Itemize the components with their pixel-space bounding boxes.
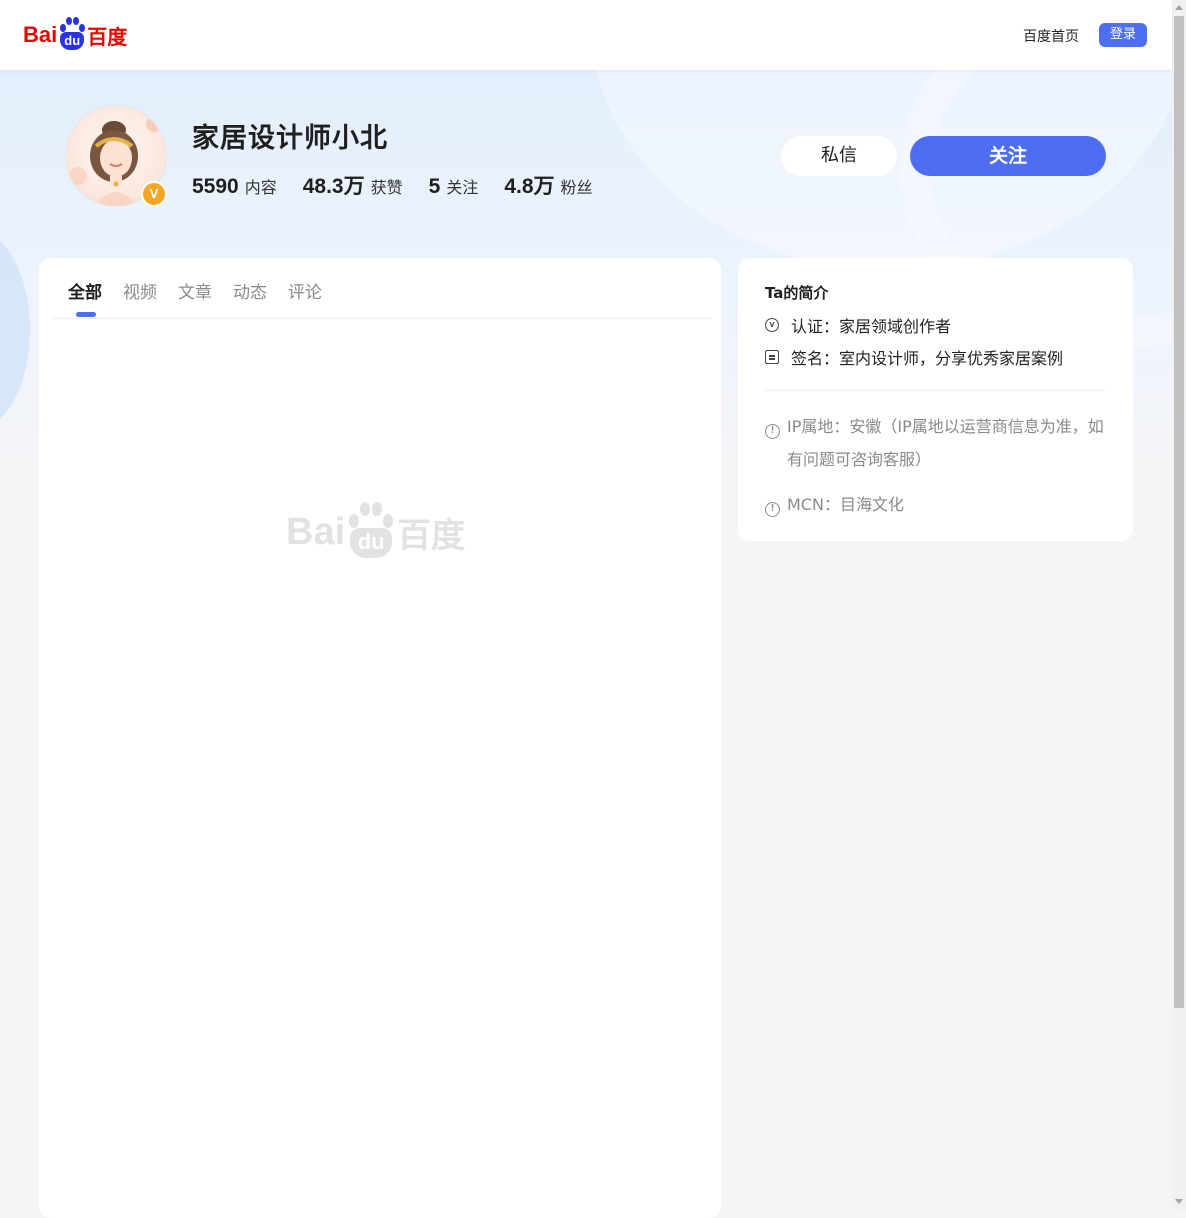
ip-location-text-line1: IP属地：安徽（IP属地以运营商信息为准，如	[787, 417, 1104, 436]
user-name: 家居设计师小北	[192, 123, 388, 154]
signature-text: 签名：室内设计师，分享优秀家居案例	[791, 349, 1064, 368]
info-icon: !	[765, 502, 780, 517]
certification-row: v 认证：家居领域创作者	[765, 313, 951, 337]
loading-placeholder-logo: Bai du 百度	[286, 502, 465, 562]
certification-text: 认证：家居领域创作者	[791, 317, 952, 336]
profile-stats: 5590 内容 48.3万 获赞 5 关注 4.8万 粉丝	[192, 170, 619, 200]
tab-comment[interactable]: 评论	[288, 278, 322, 303]
signature-row: 签名：室内设计师，分享优秀家居案例	[765, 345, 1063, 369]
stat-value: 48.3万	[302, 175, 365, 198]
scrollbar-thumb[interactable]	[1174, 16, 1184, 1008]
stat-fans[interactable]: 4.8万 粉丝	[504, 170, 592, 200]
mcn-row: ! MCN：目海文化	[765, 488, 904, 521]
baidu-logo[interactable]: Bai du 百度	[23, 17, 127, 53]
stat-value: 4.8万	[504, 175, 555, 198]
placeholder-text-cn: 百度	[397, 515, 466, 556]
tabs-divider	[52, 318, 712, 319]
logo-text-bai: Bai	[23, 22, 58, 47]
logo-text-du: du	[60, 32, 85, 50]
stat-label: 获赞	[370, 178, 403, 197]
tab-all[interactable]: 全部	[68, 278, 102, 303]
content-feed-card: 全部 视频 文章 动态 评论 Bai du 百度	[39, 258, 721, 1218]
intro-card: Ta的简介 v 认证：家居领域创作者 签名：室内设计师，分享优秀家居案例 ! IP…	[738, 258, 1133, 541]
ip-location-row: ! IP属地：安徽（IP属地以运营商信息为准，如 有问题可咨询客服）	[765, 410, 1110, 476]
document-icon	[765, 350, 779, 364]
tab-dynamic[interactable]: 动态	[233, 278, 267, 303]
intro-divider	[765, 390, 1106, 391]
verified-badge-icon: V	[141, 181, 167, 207]
intro-title: Ta的简介	[765, 284, 829, 302]
active-tab-indicator	[76, 312, 96, 317]
stat-content[interactable]: 5590 内容	[192, 174, 277, 199]
tab-article[interactable]: 文章	[178, 278, 212, 303]
ip-location-text-line2: 有问题可咨询客服）	[787, 450, 932, 469]
stat-label: 关注	[446, 178, 479, 197]
stat-following[interactable]: 5 关注	[429, 174, 479, 199]
login-button[interactable]: 登录	[1099, 23, 1147, 47]
mcn-text: MCN：目海文化	[787, 495, 904, 514]
message-button[interactable]: 私信	[781, 136, 897, 176]
scroll-up-arrow-icon[interactable]	[1175, 5, 1183, 10]
stat-label: 粉丝	[560, 178, 593, 197]
stat-value: 5590	[192, 175, 239, 198]
verified-check-icon: v	[765, 318, 779, 332]
page-scrollbar[interactable]	[1172, 0, 1186, 1210]
stat-likes: 48.3万 获赞	[303, 170, 403, 200]
scroll-down-arrow-icon[interactable]	[1175, 1199, 1183, 1204]
top-navigation-bar: Bai du 百度 百度首页 登录	[0, 0, 1172, 70]
paw-icon: du	[58, 17, 86, 53]
stat-label: 内容	[244, 178, 277, 197]
paw-icon: du	[347, 502, 395, 562]
placeholder-text-du: du	[350, 528, 393, 558]
placeholder-text-bai: Bai	[286, 510, 346, 553]
follow-button[interactable]: 关注	[910, 136, 1106, 176]
baidu-home-link[interactable]: 百度首页	[1023, 26, 1079, 46]
info-icon: !	[765, 424, 780, 439]
content-tabs: 全部 视频 文章 动态 评论	[68, 278, 343, 303]
logo-text-cn: 百度	[87, 24, 128, 49]
tab-video[interactable]: 视频	[123, 278, 157, 303]
stat-value: 5	[428, 175, 441, 198]
